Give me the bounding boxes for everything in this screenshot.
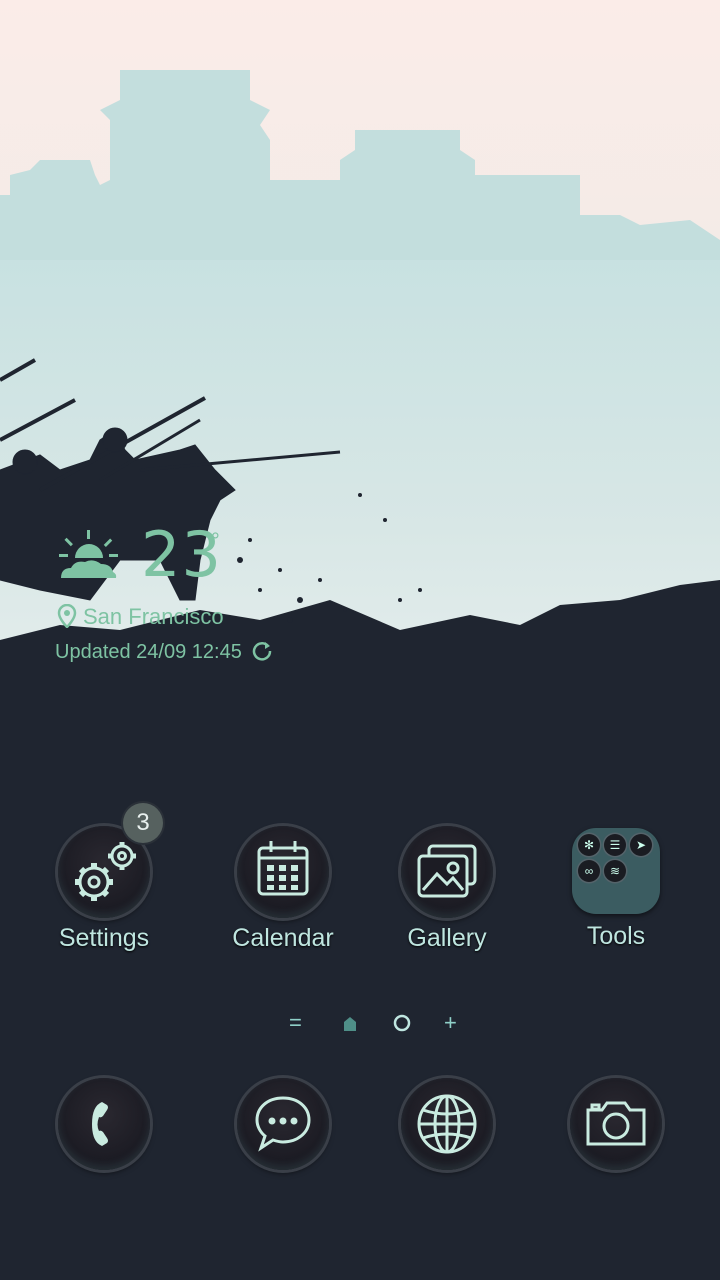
- temperature-unit: °: [211, 528, 220, 553]
- weather-location: San Francisco: [83, 604, 224, 629]
- app-calendar[interactable]: Calendar: [208, 826, 358, 953]
- camera-icon: [586, 1101, 646, 1146]
- dock-camera[interactable]: [541, 1078, 691, 1170]
- folder-mini-icon-4: ∞: [578, 860, 600, 882]
- notification-badge: 3: [123, 803, 163, 843]
- messages-icon: [255, 1096, 311, 1152]
- page-indicator[interactable]: = +: [0, 1008, 720, 1038]
- page-dot-icon[interactable]: [393, 1014, 411, 1032]
- refresh-icon[interactable]: [251, 640, 273, 662]
- dock-phone[interactable]: [29, 1078, 179, 1170]
- pager-add[interactable]: +: [444, 1008, 457, 1038]
- app-label-tools: Tools: [586, 922, 646, 950]
- dock-browser[interactable]: [372, 1078, 522, 1170]
- messages-icon-circle[interactable]: [237, 1078, 329, 1170]
- calendar-icon: [257, 841, 309, 896]
- folder-mini-icon-5: ≋: [604, 860, 626, 882]
- partly-sunny-icon: [59, 530, 118, 578]
- browser-globe-icon: [417, 1094, 477, 1154]
- app-settings[interactable]: Settings: [29, 826, 179, 953]
- app-gallery[interactable]: Gallery: [372, 826, 522, 953]
- pager-menu[interactable]: =: [289, 1008, 302, 1038]
- folder-icon[interactable]: ✻ ☰ ➤ ∞ ≋: [572, 828, 660, 914]
- gallery-icon-circle[interactable]: [401, 826, 493, 918]
- weather-updated: Updated 24/09 12:45: [55, 640, 273, 664]
- dock-messages[interactable]: [208, 1078, 358, 1170]
- phone-icon: [92, 1102, 108, 1146]
- folder-mini-icon-1: ✻: [578, 834, 600, 856]
- app-label-settings: Settings: [58, 924, 150, 952]
- camera-icon-circle[interactable]: [570, 1078, 662, 1170]
- folder-mini-icon-2: ☰: [604, 834, 626, 856]
- app-tools-folder[interactable]: ✻ ☰ ➤ ∞ ≋ Tools: [541, 828, 691, 951]
- phone-icon-circle[interactable]: [58, 1078, 150, 1170]
- calendar-icon-circle[interactable]: [237, 826, 329, 918]
- app-label-gallery: Gallery: [407, 924, 487, 952]
- gallery-icon: [417, 844, 477, 898]
- folder-mini-icon-3: ➤: [630, 834, 652, 856]
- browser-icon-circle[interactable]: [401, 1078, 493, 1170]
- location-pin-icon: [57, 604, 77, 628]
- home-dot-icon[interactable]: [342, 1016, 358, 1032]
- temperature: 23: [141, 518, 222, 591]
- app-label-calendar: Calendar: [232, 924, 334, 952]
